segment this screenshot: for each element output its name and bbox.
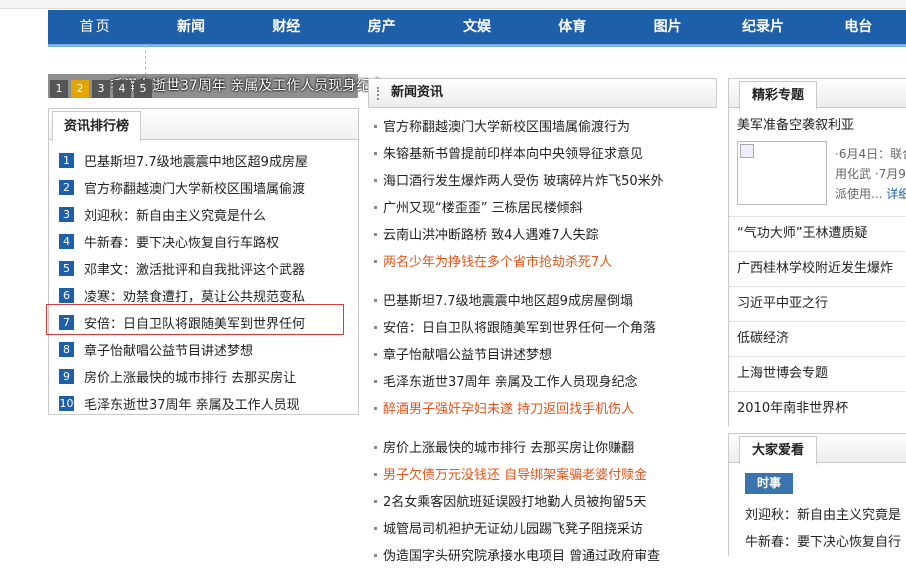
- grip-icon: [377, 87, 382, 100]
- news-list: 官方称翻越澳门大学新校区围墙属偷渡行为 朱镕基新书曾提前印样本向中央领导征求意见海…: [372, 118, 664, 574]
- specials-item[interactable]: 2010年南非世界杯: [729, 391, 906, 426]
- slideshow-page-button[interactable]: 4: [113, 80, 131, 98]
- selection-highlight: [46, 304, 344, 335]
- nav-item[interactable]: 新闻: [143, 10, 238, 44]
- rank-title[interactable]: 房价上涨最快的城市排行 去那买房让: [84, 367, 296, 386]
- specials-feature-image[interactable]: [737, 141, 827, 205]
- rank-number: 4: [59, 234, 74, 249]
- rank-number: 3: [59, 207, 74, 222]
- specials-item[interactable]: 低碳经济: [729, 321, 906, 356]
- tab-ranking[interactable]: 资讯排行榜: [52, 111, 142, 142]
- ranking-row[interactable]: 4 牛新春：要下决心恢复自行车路权: [59, 228, 308, 255]
- category-badge[interactable]: 时事: [745, 473, 793, 494]
- rank-title[interactable]: 巴基斯坦7.7级地震震中地区超9成房屋: [84, 151, 308, 170]
- rank-number: 8: [59, 342, 74, 357]
- favorites-header: 大家爱看: [728, 433, 906, 465]
- slideshow-page-button[interactable]: 2: [71, 80, 89, 98]
- rank-title[interactable]: 官方称翻越澳门大学新校区围墙属偷渡: [84, 178, 305, 197]
- specials-item[interactable]: 习近平中亚之行: [729, 286, 906, 321]
- divider: [145, 45, 146, 75]
- ranking-row[interactable]: 1 巴基斯坦7.7级地震震中地区超9成房屋: [59, 147, 308, 174]
- news-item[interactable]: 云南山洪冲断路桥 致4人遇难7人失踪: [372, 226, 664, 253]
- ranking-panel: 资讯排行榜 1 巴基斯坦7.7级地震震中地区超9成房屋 2 官方称翻越澳门大学新校区围…: [48, 108, 359, 415]
- news-header-title: 新闻资讯: [391, 85, 444, 100]
- specials-item[interactable]: 上海世博会专题: [729, 356, 906, 391]
- rank-title[interactable]: 凌寒：劝禁食遭打，莫让公共规范变私: [84, 286, 305, 305]
- slideshow[interactable]: 毛泽东逝世37周年 亲属及工作人员现身纪念 12345: [48, 74, 384, 98]
- news-item[interactable]: 醉酒男子强奸孕妇未遂 持刀返回找手机伤人: [372, 400, 664, 427]
- nav-item[interactable]: 电台: [811, 10, 906, 44]
- news-item[interactable]: 伪造国字头研究院承接水电项目 曾通过政府审查: [372, 547, 664, 574]
- specials-panel: 美军准备空袭叙利亚 ·6月4日：联合 用化武 ·7月9 派使用... 详细 “气…: [728, 106, 906, 426]
- news-item[interactable]: 海口酒行发生爆炸两人受伤 玻璃碎片炸飞50米外: [372, 172, 664, 199]
- news-item[interactable]: 城管局司机袒护无证幼儿园踢飞凳子阻挠采访: [372, 520, 664, 547]
- top-strip: [0, 0, 906, 9]
- favorites-item[interactable]: 刘迎秋：新自由主义究竟是: [745, 504, 901, 523]
- news-item[interactable]: 安倍：日自卫队将跟随美军到世界任何一个角落: [372, 319, 664, 346]
- rank-number: 9: [59, 369, 74, 384]
- slideshow-page-button[interactable]: 5: [134, 80, 152, 98]
- nav-item[interactable]: 财经: [239, 10, 334, 44]
- ranking-row[interactable]: 8 章子怡献唱公益节目讲述梦想: [59, 336, 308, 363]
- slideshow-page-button[interactable]: 3: [92, 80, 110, 98]
- specials-feature-desc: ·6月4日：联合 用化武 ·7月9 派使用... 详细: [835, 144, 906, 204]
- desc-line-text: 派使用...: [835, 187, 883, 201]
- specials-item[interactable]: “气功大师”王林遭质疑: [729, 216, 906, 251]
- more-link[interactable]: 详细: [886, 187, 906, 201]
- nav-item[interactable]: 首页: [48, 10, 143, 44]
- broken-image-icon: [740, 144, 754, 158]
- main-nav: 首页 新闻 财经 房产 文娱 体育 图片 纪录片 电台: [48, 10, 906, 47]
- news-item[interactable]: 男子欠债万元没钱还 自导绑架案骗老婆付赎金: [372, 466, 664, 493]
- news-group-gap: [372, 280, 664, 292]
- rank-title[interactable]: 章子怡献唱公益节目讲述梦想: [84, 340, 253, 359]
- slideshow-pager: 12345: [50, 80, 155, 98]
- specials-feature-title[interactable]: 美军准备空袭叙利亚: [737, 114, 854, 133]
- rank-number: 2: [59, 180, 74, 195]
- specials-item[interactable]: 广西桂林学校附近发生爆炸: [729, 251, 906, 286]
- news-item[interactable]: 房价上涨最快的城市排行 去那买房让你赚翻: [372, 439, 664, 466]
- favorites-panel: 时事 刘迎秋：新自由主义究竟是 牛新春：要下决心恢复自行: [728, 462, 906, 556]
- ranking-header: 资讯排行榜: [49, 109, 358, 142]
- ranking-row[interactable]: 2 官方称翻越澳门大学新校区围墙属偷渡: [59, 174, 308, 201]
- news-item[interactable]: 2名女乘客因航班延误殴打地勤人员被拘留5天: [372, 493, 664, 520]
- rank-number: 10: [59, 396, 74, 411]
- specials-list: “气功大师”王林遭质疑 广西桂林学校附近发生爆炸 习近平中亚之行 低碳经济 上海世博会专…: [729, 216, 906, 426]
- tab-favorites[interactable]: 大家爱看: [739, 436, 818, 465]
- desc-line: ·6月4日：联合: [835, 147, 906, 161]
- news-item[interactable]: 巴基斯坦7.7级地震震中地区超9成房屋倒塌: [372, 292, 664, 319]
- rank-title[interactable]: 牛新春：要下决心恢复自行车路权: [84, 232, 279, 251]
- ranking-row[interactable]: 10 毛泽东逝世37周年 亲属及工作人员现: [59, 390, 308, 417]
- news-group-gap: [372, 427, 664, 439]
- news-item[interactable]: 官方称翻越澳门大学新校区围墙属偷渡行为: [372, 118, 664, 145]
- desc-line: 用化武 ·7月9: [835, 167, 906, 181]
- news-item[interactable]: 毛泽东逝世37周年 亲属及工作人员现身纪念: [372, 373, 664, 400]
- rank-title[interactable]: 毛泽东逝世37周年 亲属及工作人员现: [84, 394, 300, 413]
- news-item[interactable]: 章子怡献唱公益节目讲述梦想: [372, 346, 664, 373]
- nav-item[interactable]: 图片: [620, 10, 715, 44]
- nav-item[interactable]: 房产: [334, 10, 429, 44]
- ranking-row[interactable]: 3 刘迎秋：新自由主义究竟是什么: [59, 201, 308, 228]
- news-header: 新闻资讯: [368, 78, 717, 108]
- nav-item[interactable]: 纪录片: [715, 10, 810, 44]
- favorites-item[interactable]: 牛新春：要下决心恢复自行: [745, 531, 901, 550]
- nav-item[interactable]: 文娱: [429, 10, 524, 44]
- specials-header: 精彩专题: [728, 78, 906, 110]
- desc-line: 派使用... 详细: [835, 184, 906, 204]
- rank-number: 5: [59, 261, 74, 276]
- slideshow-page-button[interactable]: 1: [50, 80, 68, 98]
- rank-title[interactable]: 刘迎秋：新自由主义究竟是什么: [84, 205, 266, 224]
- ranking-list: 1 巴基斯坦7.7级地震震中地区超9成房屋 2 官方称翻越澳门大学新校区围墙属偷渡 3 刘…: [59, 147, 308, 417]
- rank-number: 6: [59, 288, 74, 303]
- news-item[interactable]: 朱镕基新书曾提前印样本向中央领导征求意见: [372, 145, 664, 172]
- rank-title[interactable]: 邓聿文：激活批评和自我批评这个武器: [84, 259, 305, 278]
- rank-number: 1: [59, 153, 74, 168]
- news-item[interactable]: 广州又现“楼歪歪” 三栋居民楼倾斜: [372, 199, 664, 226]
- ranking-row[interactable]: 5 邓聿文：激活批评和自我批评这个武器: [59, 255, 308, 282]
- news-item[interactable]: 两名少年为挣钱在多个省市抢劫杀死7人: [372, 253, 664, 280]
- nav-item[interactable]: 体育: [525, 10, 620, 44]
- ranking-row[interactable]: 9 房价上涨最快的城市排行 去那买房让: [59, 363, 308, 390]
